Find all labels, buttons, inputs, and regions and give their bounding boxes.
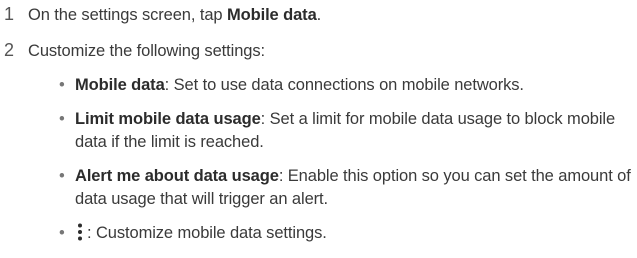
bullet-mobile-data: • Mobile data: Set to use data connectio… (58, 74, 633, 98)
bullet-symbol: • (59, 166, 65, 185)
step-prefix: On the settings screen, tap (28, 6, 227, 24)
bullet-more-options: • : Customize mobile data settings. (58, 222, 633, 246)
step-1: 1 On the settings screen, tap Mobile dat… (4, 4, 321, 26)
step-text: On the settings screen, tap Mobile data. (28, 4, 321, 26)
bullet-symbol: • (59, 109, 65, 128)
step-2: 2 Customize the following settings: (4, 40, 265, 62)
bullet-term: Limit mobile data usage (75, 109, 261, 128)
mobile-data-term: Mobile data (226, 6, 317, 24)
settings-bullet-list: • Mobile data: Set to use data connectio… (58, 74, 633, 245)
bullet-text: : Customize mobile data settings. (87, 223, 327, 242)
step-number: 2 (4, 40, 14, 60)
bullet-limit-mobile-data-usage: • Limit mobile data usage: Set a limit f… (58, 108, 633, 155)
bullet-term: Mobile data (75, 76, 165, 94)
step-text: Customize the following settings: (28, 42, 265, 60)
bullet-alert-me-about-data-usage: • Alert me about data usage: Enable this… (58, 165, 633, 212)
bullet-symbol: • (59, 76, 65, 94)
step-suffix: . (316, 6, 322, 24)
step-number: 1 (4, 4, 14, 24)
bullet-text: : Set to use data connections on mobile … (164, 76, 524, 94)
more-vertical-icon (78, 223, 82, 240)
bullet-term: Alert me about data usage (75, 166, 279, 185)
bullet-symbol: • (59, 223, 65, 242)
instruction-page: 1 On the settings screen, tap Mobile dat… (0, 0, 637, 258)
